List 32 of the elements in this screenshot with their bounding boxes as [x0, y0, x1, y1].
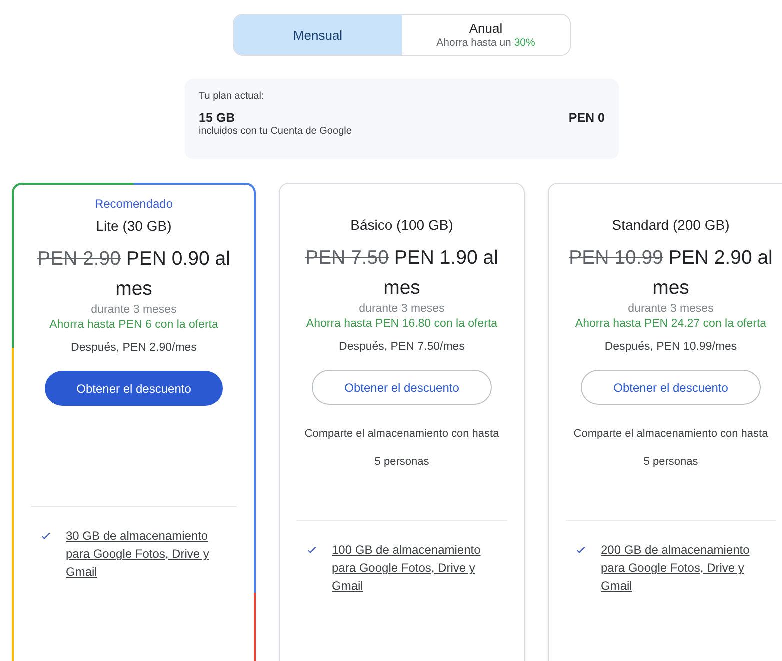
plan-name: Lite (30 GB) [95, 218, 173, 234]
feature-link[interactable]: 200 GB de almacenamiento para Google Fotos, Drive y Gmail [601, 541, 773, 595]
check-icon [40, 530, 52, 542]
plan-price: PEN 2.90 PEN 0.90 al mes [36, 247, 232, 302]
check-icon [306, 544, 318, 556]
feature-link[interactable]: 30 GB de almacenamiento para Google Fotos, Drive y Gmail [66, 527, 234, 581]
sharing-note: Comparte el almacenamiento con hasta 5 personas [572, 427, 770, 470]
discount-button[interactable]: Obtener el descuento [312, 370, 492, 405]
current-plan-caption: Tu plan actual: [199, 91, 266, 102]
offer-duration: durante 3 meses [358, 303, 446, 315]
current-plan-description: incluidos con tu Cuenta de Google [199, 126, 353, 137]
discount-button[interactable]: Obtener el descuento [581, 370, 761, 405]
billing-tab[interactable]: Mensual [234, 15, 402, 55]
regular-price: Después, PEN 7.50/mes [338, 341, 466, 353]
feature-link[interactable]: 100 GB de almacenamiento para Google Fotos, Drive y Gmail [332, 541, 504, 595]
offer-duration: durante 3 meses [90, 304, 178, 316]
recommended-label: Recomendado [94, 197, 174, 211]
regular-price: Después, PEN 2.90/mes [70, 342, 198, 354]
plan-name: Standard (200 GB) [611, 217, 731, 233]
offer-savings: Ahorra hasta PEN 16.80 con la oferta [305, 317, 499, 332]
plan-price: PEN 7.50 PEN 1.90 al mes [304, 246, 500, 301]
check-icon [575, 544, 587, 556]
current-plan-price: PEN 0 [568, 111, 605, 125]
plan-price: PEN 10.99 PEN 2.90 al mes [569, 246, 773, 301]
regular-price: Después, PEN 10.99/mes [604, 341, 738, 353]
offer-savings: Ahorra hasta PEN 6 con la oferta [48, 318, 220, 333]
offer-duration: durante 3 meses [627, 303, 715, 315]
plan-name: Básico (100 GB) [350, 217, 454, 233]
current-plan-size: 15 GB [199, 111, 236, 125]
sharing-note: Comparte el almacenamiento con hasta 5 personas [304, 427, 500, 470]
offer-savings: Ahorra hasta PEN 24.27 con la oferta [574, 317, 768, 332]
discount-button[interactable]: Obtener el descuento [45, 371, 223, 406]
